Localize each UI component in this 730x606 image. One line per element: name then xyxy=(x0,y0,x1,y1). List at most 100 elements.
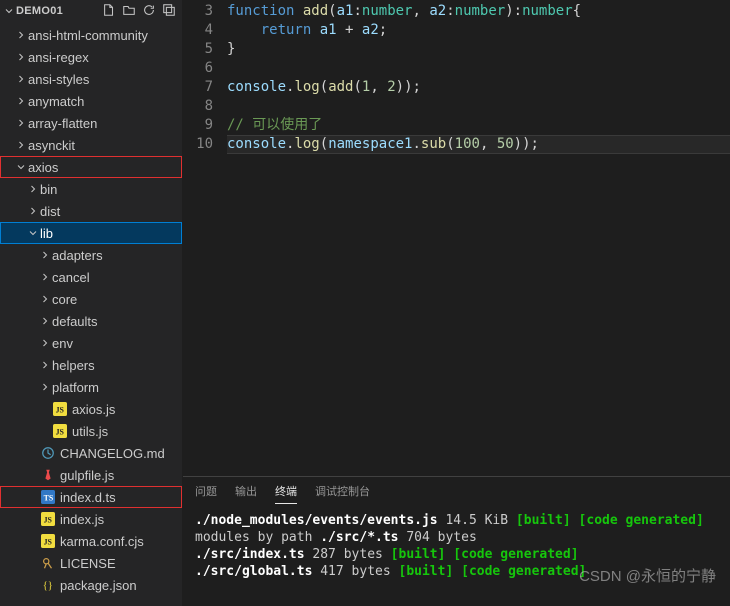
terminal-line: ./src/global.ts 417 bytes [built] [code … xyxy=(195,563,718,580)
tab-problems[interactable]: 问题 xyxy=(195,483,217,504)
chevron-right-icon xyxy=(38,293,52,305)
tree-item-label: asynckit xyxy=(28,138,75,153)
line-number: 6 xyxy=(183,59,213,78)
js-file-icon: JS xyxy=(40,512,56,526)
tree-folder[interactable]: axios xyxy=(0,156,182,178)
tab-debug-console[interactable]: 调试控制台 xyxy=(315,483,370,504)
code-line[interactable]: // 可以使用了 xyxy=(227,116,730,135)
tree-item-label: array-flatten xyxy=(28,116,97,131)
code-line[interactable] xyxy=(227,97,730,116)
code-line[interactable]: } xyxy=(227,40,730,59)
svg-text:{}: {} xyxy=(43,581,53,592)
tree-item-label: anymatch xyxy=(28,94,84,109)
chevron-right-icon xyxy=(14,95,28,107)
collapse-all-icon[interactable] xyxy=(162,3,176,20)
tree-item-label: index.js xyxy=(60,512,104,527)
file-tree: ansi-html-community ansi-regex ansi-styles… xyxy=(0,22,182,606)
tree-folder[interactable]: ansi-html-community xyxy=(0,24,182,46)
tree-folder[interactable]: lib xyxy=(0,222,182,244)
tree-file[interactable]: TS index.d.ts xyxy=(0,486,182,508)
line-number: 3 xyxy=(183,2,213,21)
tree-item-label: CHANGELOG.md xyxy=(60,446,165,461)
chevron-right-icon xyxy=(38,381,52,393)
tree-item-label: adapters xyxy=(52,248,103,263)
tree-file[interactable]: JSkarma.conf.cjs xyxy=(0,530,182,552)
svg-text:JS: JS xyxy=(56,428,65,437)
code-line[interactable]: return a1 + a2; xyxy=(227,21,730,40)
code-line[interactable] xyxy=(227,59,730,78)
chevron-right-icon xyxy=(14,73,28,85)
chevron-right-icon xyxy=(38,359,52,371)
js-file-icon: JS xyxy=(52,402,68,416)
tree-folder[interactable]: array-flatten xyxy=(0,112,182,134)
tree-folder[interactable]: bin xyxy=(0,178,182,200)
tree-item-label: ansi-regex xyxy=(28,50,89,65)
tree-item-label: ansi-html-community xyxy=(28,28,148,43)
line-number: 8 xyxy=(183,97,213,116)
tree-folder[interactable]: defaults xyxy=(0,310,182,332)
chevron-right-icon xyxy=(14,139,28,151)
tree-folder[interactable]: env xyxy=(0,332,182,354)
code-line[interactable]: function add(a1:number, a2:number):numbe… xyxy=(227,2,730,21)
tree-item-label: index.d.ts xyxy=(60,490,116,505)
chevron-right-icon xyxy=(38,249,52,261)
chevron-right-icon xyxy=(26,183,40,195)
tree-item-label: bin xyxy=(40,182,57,197)
tree-file[interactable]: JSaxios.js xyxy=(0,398,182,420)
tree-file[interactable]: JS utils.js xyxy=(0,420,182,442)
tree-folder[interactable]: anymatch xyxy=(0,90,182,112)
chevron-right-icon xyxy=(14,51,28,63)
main: 345678910 function add(a1:number, a2:num… xyxy=(183,0,730,606)
tree-folder[interactable]: adapters xyxy=(0,244,182,266)
tree-folder[interactable]: helpers xyxy=(0,354,182,376)
tree-item-label: cancel xyxy=(52,270,90,285)
line-number: 7 xyxy=(183,78,213,97)
editor[interactable]: 345678910 function add(a1:number, a2:num… xyxy=(183,0,730,476)
tree-item-label: utils.js xyxy=(72,424,108,439)
chevron-right-icon xyxy=(14,29,28,41)
tree-file[interactable]: LICENSE xyxy=(0,552,182,574)
tree-file[interactable]: CHANGELOG.md xyxy=(0,442,182,464)
gulp-file-icon xyxy=(40,468,56,482)
svg-text:JS: JS xyxy=(44,516,53,525)
tree-item-label: axios xyxy=(28,160,58,175)
code-area[interactable]: function add(a1:number, a2:number):numbe… xyxy=(227,2,730,476)
tab-output[interactable]: 输出 xyxy=(235,483,257,504)
tree-item-label: lib xyxy=(40,226,53,241)
explorer-section-header[interactable]: DEMO01 xyxy=(0,0,182,22)
code-line[interactable]: console.log(namespace1.sub(100, 50)); xyxy=(227,135,730,154)
tree-item-label: ansi-styles xyxy=(28,72,89,87)
new-folder-icon[interactable] xyxy=(122,3,136,20)
tree-item-label: env xyxy=(52,336,73,351)
svg-text:JS: JS xyxy=(44,538,53,547)
chevron-down-icon xyxy=(2,5,16,17)
bottom-panel: 问题 输出 终端 调试控制台 ./node_modules/events/eve… xyxy=(183,476,730,606)
tree-folder[interactable]: asynckit xyxy=(0,134,182,156)
ts-file-icon: TS xyxy=(40,490,56,504)
new-file-icon[interactable] xyxy=(102,3,116,20)
terminal-output[interactable]: ./node_modules/events/events.js 14.5 KiB… xyxy=(183,504,730,606)
chevron-right-icon xyxy=(38,271,52,283)
tree-file[interactable]: {}package.json xyxy=(0,574,182,596)
tree-folder[interactable]: ansi-regex xyxy=(0,46,182,68)
md-file-icon xyxy=(40,446,56,460)
tree-folder[interactable]: ansi-styles xyxy=(0,68,182,90)
line-number: 10 xyxy=(183,135,213,154)
chevron-down-icon xyxy=(26,227,40,239)
tree-file[interactable]: gulpfile.js xyxy=(0,464,182,486)
refresh-icon[interactable] xyxy=(142,3,156,20)
tab-terminal[interactable]: 终端 xyxy=(275,483,297,504)
code-line[interactable]: console.log(add(1, 2)); xyxy=(227,78,730,97)
tree-folder[interactable]: cancel xyxy=(0,266,182,288)
panel-tabs: 问题 输出 终端 调试控制台 xyxy=(183,477,730,504)
tree-folder[interactable]: platform xyxy=(0,376,182,398)
json-file-icon: {} xyxy=(40,578,56,592)
terminal-line: ./node_modules/events/events.js 14.5 KiB… xyxy=(195,512,718,529)
terminal-line: modules by path ./src/*.ts 704 bytes xyxy=(195,529,718,546)
tree-file[interactable]: JS index.js xyxy=(0,508,182,530)
svg-text:TS: TS xyxy=(44,494,54,503)
lic-file-icon xyxy=(40,556,56,570)
tree-folder[interactable]: core xyxy=(0,288,182,310)
tree-item-label: dist xyxy=(40,204,60,219)
tree-folder[interactable]: dist xyxy=(0,200,182,222)
